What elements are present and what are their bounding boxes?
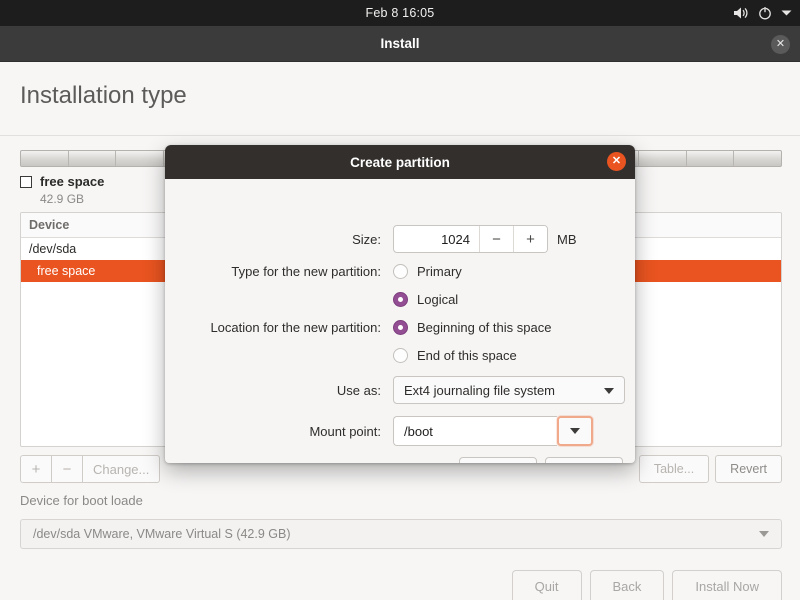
partition-location-row: Location for the new partition: Beginnin… [165, 320, 635, 335]
boot-loader-select[interactable]: /dev/sda VMware, VMware Virtual S (42.9 … [20, 519, 782, 549]
radio-logical-label: Logical [417, 292, 459, 307]
radio-primary[interactable]: Primary [393, 264, 462, 279]
radio-icon [393, 264, 408, 279]
add-partition-button[interactable]: + [20, 455, 52, 483]
chevron-down-icon [570, 428, 580, 434]
partition-bar-segment [116, 151, 164, 166]
partition-actions-toolbar: + − Change... [20, 455, 161, 483]
radio-logical[interactable]: Logical [393, 292, 458, 307]
partition-table-actions: Table... Revert [638, 455, 782, 483]
size-increment-button[interactable]: + [513, 226, 547, 252]
boot-loader-value: /dev/sda VMware, VMware Virtual S (42.9 … [33, 527, 291, 541]
change-partition-button[interactable]: Change... [82, 455, 161, 483]
power-icon[interactable] [758, 6, 772, 20]
partition-bar-segment [639, 151, 687, 166]
volume-icon[interactable] [733, 6, 749, 20]
chevron-down-icon [604, 388, 614, 394]
revert-button[interactable]: Revert [715, 455, 782, 483]
dialog-body: Size: 1024 − + MB Type for the new parti… [165, 179, 635, 463]
partition-bar-segment [734, 151, 781, 166]
dialog-titlebar: Create partition ✕ [165, 145, 635, 179]
back-button[interactable]: Back [589, 570, 665, 600]
page-title: Installation type [20, 82, 187, 109]
footer-buttons: Quit Back Install Now [511, 570, 782, 600]
mount-point-dropdown-button[interactable] [557, 416, 593, 446]
radio-beginning-label: Beginning of this space [417, 320, 552, 335]
radio-selected-icon [393, 292, 408, 307]
install-now-button[interactable]: Install Now [672, 570, 782, 600]
legend-swatch-icon [20, 175, 32, 188]
size-decrement-button[interactable]: − [479, 226, 513, 252]
partition-type-label: Type for the new partition: [231, 264, 381, 279]
partition-bar-segment [69, 151, 117, 166]
radio-primary-label: Primary [417, 264, 462, 279]
dialog-title: Create partition [350, 154, 450, 170]
partition-location-label: Location for the new partition: [210, 320, 381, 335]
boot-loader-label: Device for boot loade [20, 493, 143, 508]
size-label: Size: [352, 231, 381, 247]
dialog-action-buttons: Cancel OK [458, 457, 623, 463]
partition-legend: free space [20, 174, 104, 189]
radio-beginning-of-space[interactable]: Beginning of this space [393, 320, 551, 335]
header-divider [0, 135, 800, 136]
partition-bar-segment [687, 151, 735, 166]
mount-point-combo: /boot [393, 416, 593, 446]
window-close-button[interactable]: ✕ [771, 35, 790, 54]
remove-partition-button[interactable]: − [51, 455, 83, 483]
system-clock: Feb 8 16:05 [365, 6, 435, 20]
system-tray [733, 0, 792, 26]
use-as-label: Use as: [336, 382, 381, 398]
screen: Feb 8 16:05 Install ✕ Installation type [0, 0, 800, 600]
create-partition-dialog: Create partition ✕ Size: 1024 − + MB Typ… [165, 145, 635, 463]
new-partition-table-button[interactable]: Table... [638, 455, 710, 483]
app-title: Install [380, 36, 420, 51]
quit-button[interactable]: Quit [511, 570, 582, 600]
mount-point-row: Mount point: /boot [165, 416, 635, 446]
radio-selected-icon [393, 320, 408, 335]
size-row: Size: 1024 − + MB [165, 225, 635, 253]
radio-end-label: End of this space [417, 348, 517, 363]
use-as-row: Use as: Ext4 journaling file system [165, 376, 635, 404]
app-titlebar: Install ✕ [0, 26, 800, 62]
size-input[interactable]: 1024 [394, 226, 479, 252]
radio-icon [393, 348, 408, 363]
ok-button[interactable]: OK [545, 457, 623, 463]
size-stepper[interactable]: 1024 − + [393, 225, 548, 253]
chevron-down-icon[interactable] [781, 9, 792, 17]
mount-point-label: Mount point: [309, 423, 381, 439]
use-as-select[interactable]: Ext4 journaling file system [393, 376, 625, 404]
use-as-value: Ext4 journaling file system [404, 382, 556, 398]
mount-point-input[interactable]: /boot [393, 416, 557, 446]
legend-size: 42.9 GB [40, 192, 85, 206]
partition-type-row: Type for the new partition: Primary [165, 264, 635, 279]
system-top-bar: Feb 8 16:05 [0, 0, 800, 26]
radio-end-of-space[interactable]: End of this space [393, 348, 517, 363]
partition-bar-segment [21, 151, 69, 166]
cancel-button[interactable]: Cancel [458, 457, 537, 463]
dialog-close-button[interactable]: ✕ [607, 152, 626, 171]
size-unit-label: MB [557, 231, 577, 247]
chevron-down-icon [759, 531, 769, 537]
legend-label: free space [40, 174, 105, 189]
